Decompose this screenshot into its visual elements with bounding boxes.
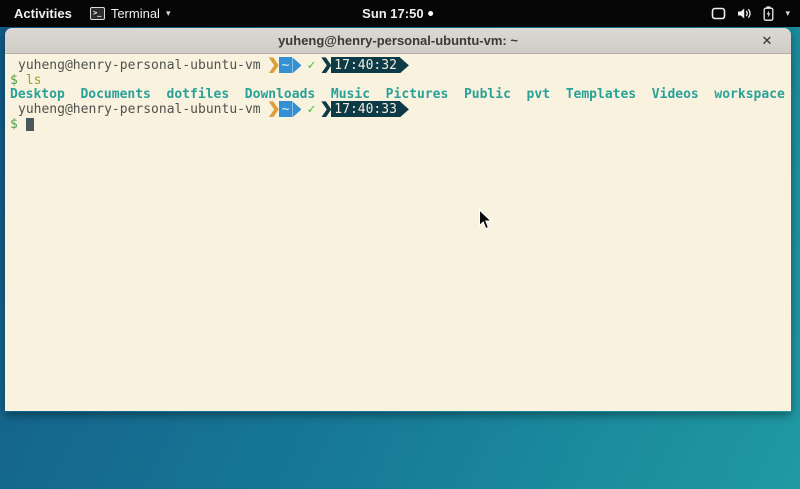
powerline-arrow-icon xyxy=(292,57,301,73)
prompt-line: yuheng@henry-personal-ubuntu-vm ~ ✓ 17:4… xyxy=(10,102,791,117)
desktop-screen: Activities >_ Terminal ▾ Sun 17:50 xyxy=(0,0,800,489)
prompt-line: yuheng@henry-personal-ubuntu-vm ~ ✓ 17:4… xyxy=(10,58,791,73)
powerline-arrow-icon xyxy=(400,57,409,73)
window-title: yuheng@henry-personal-ubuntu-vm: ~ xyxy=(278,33,518,48)
prompt-symbol: $ xyxy=(10,117,18,132)
terminal-glyph: >_ xyxy=(93,10,101,17)
prompt-cwd-segment: ~ xyxy=(279,101,293,117)
prompt-time: 17:40:32 xyxy=(334,58,397,73)
terminal-content[interactable]: yuheng@henry-personal-ubuntu-vm ~ ✓ 17:4… xyxy=(5,54,791,411)
app-menu-label: Terminal xyxy=(111,6,160,21)
battery-charging-icon xyxy=(763,6,774,21)
prompt-time-segment: 17:40:33 xyxy=(331,101,400,117)
mouse-pointer-icon xyxy=(478,209,493,230)
powerline-chevron-icon xyxy=(269,101,279,117)
clock-button[interactable]: Sun 17:50 xyxy=(362,0,433,27)
ls-output-line: Desktop Documents dotfiles Downloads Mus… xyxy=(10,87,791,102)
chevron-down-icon: ▾ xyxy=(166,8,171,19)
notification-dot-icon xyxy=(429,11,434,16)
prompt-time-segment: 17:40:32 xyxy=(331,57,400,73)
close-button[interactable]: ✕ xyxy=(757,31,777,51)
powerline-chevron-icon xyxy=(321,57,331,73)
powerline-arrow-icon xyxy=(400,101,409,117)
chevron-down-icon: ▾ xyxy=(785,8,790,19)
directory-list: Desktop Documents dotfiles Downloads Mus… xyxy=(10,87,785,102)
system-menu-button[interactable]: ▾ xyxy=(711,0,790,27)
typed-command: ls xyxy=(26,73,42,88)
prompt-time: 17:40:33 xyxy=(334,102,397,117)
powerline-chevron-icon xyxy=(321,101,331,117)
prompt-cwd: ~ xyxy=(282,58,290,73)
terminal-cursor xyxy=(26,118,34,131)
clock-label: Sun 17:50 xyxy=(362,6,423,21)
top-bar: Activities >_ Terminal ▾ Sun 17:50 xyxy=(0,0,800,27)
volume-icon xyxy=(737,7,752,20)
check-icon: ✓ xyxy=(307,58,315,73)
window-title-bar[interactable]: yuheng@henry-personal-ubuntu-vm: ~ ✕ xyxy=(5,28,791,54)
prompt-cwd-segment: ~ xyxy=(279,57,293,73)
prompt-cwd: ~ xyxy=(282,102,290,117)
terminal-app-icon: >_ xyxy=(90,7,105,20)
activities-button[interactable]: Activities xyxy=(10,4,76,23)
powerline-arrow-icon xyxy=(292,101,301,117)
terminal-window: yuheng@henry-personal-ubuntu-vm: ~ ✕ yuh… xyxy=(5,28,791,412)
powerline-chevron-icon xyxy=(269,57,279,73)
input-line: $ xyxy=(10,117,791,132)
check-icon: ✓ xyxy=(307,102,315,117)
app-menu-button[interactable]: >_ Terminal ▾ xyxy=(90,6,171,21)
prompt-symbol: $ xyxy=(10,73,18,88)
command-line: $ ls xyxy=(10,73,791,88)
prompt-user-host: yuheng@henry-personal-ubuntu-vm xyxy=(10,102,269,117)
screen-icon xyxy=(711,7,726,20)
prompt-user-host: yuheng@henry-personal-ubuntu-vm xyxy=(10,58,269,73)
